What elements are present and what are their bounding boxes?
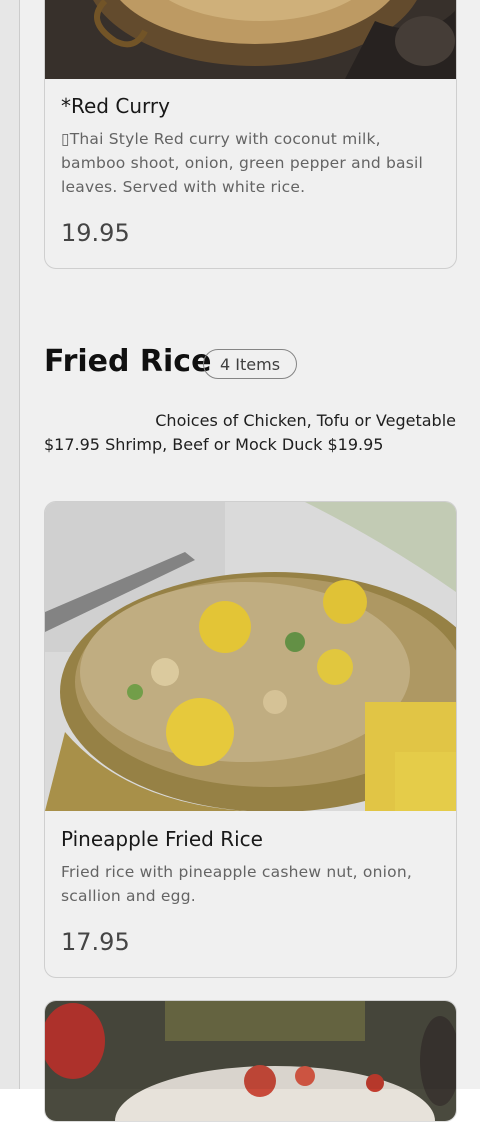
left-rail: [0, 0, 20, 1089]
item-price: 17.95: [61, 928, 130, 956]
next-item-image: [45, 1001, 456, 1121]
section-desc-line2: $17.95 Shrimp, Beef or Mock Duck $19.95: [44, 435, 384, 454]
section-description: Choices of Chicken, Tofu or Vegetable $1…: [44, 409, 456, 457]
menu-item-card[interactable]: *Red Curry ▯Thai Style Red curry with co…: [44, 0, 457, 269]
section-desc-line1: Choices of Chicken, Tofu or Vegetable: [155, 411, 456, 430]
pineapple-fried-rice-photo: [45, 502, 456, 811]
menu-item-card[interactable]: Pineapple Fried Rice Fried rice with pin…: [44, 501, 457, 978]
item-description: Fried rice with pineapple cashew nut, on…: [61, 863, 412, 905]
section-title: Fried Rice: [44, 344, 212, 379]
item-count-badge: 4 Items: [203, 349, 298, 379]
item-name: *Red Curry: [61, 94, 170, 118]
red-curry-image: [45, 0, 456, 79]
menu-item-card[interactable]: [44, 1000, 457, 1122]
next-item-photo: [45, 1001, 456, 1121]
red-curry-photo: [45, 0, 456, 79]
item-price: 19.95: [61, 219, 130, 247]
pineapple-fried-rice-image: [45, 502, 456, 811]
item-description: ▯Thai Style Red curry with coconut milk,…: [61, 130, 424, 196]
item-name: Pineapple Fried Rice: [61, 827, 263, 851]
